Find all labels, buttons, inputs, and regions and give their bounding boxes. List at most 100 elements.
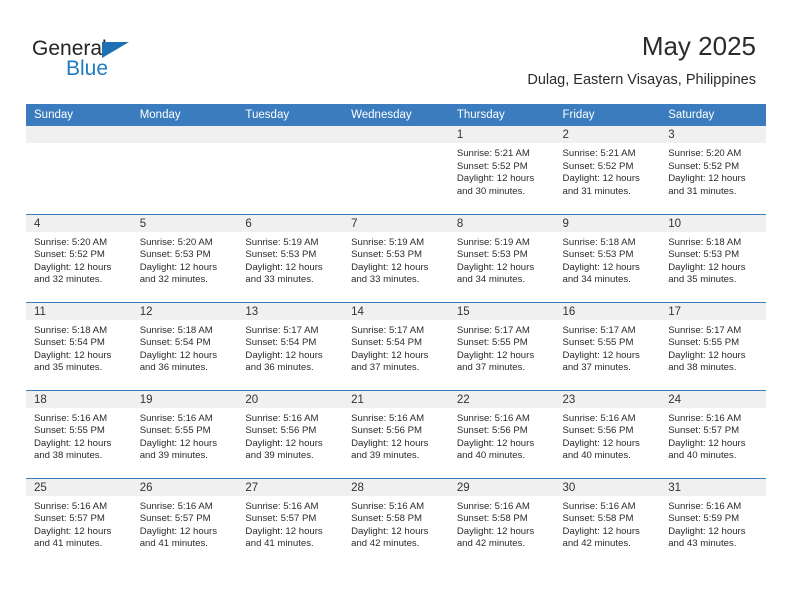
sunset-text: Sunset: 5:53 PM — [456, 249, 528, 261]
day-details: Sunrise: 5:16 AM Sunset: 5:57 PM Daylight:… — [237, 496, 343, 551]
calendar-day-cell[interactable]: 31 Sunrise: 5:16 AM Sunset: 5:59 PM Dayligh… — [660, 477, 766, 566]
calendar-week-row: 1 Sunrise: 5:21 AM Sunset: 5:52 PM Daylight… — [26, 126, 766, 214]
calendar-day-cell[interactable]: 11 Sunrise: 5:18 AM Sunset: 5:54 PM Dayligh… — [26, 301, 132, 390]
sunset-text: Sunset: 5:53 PM — [351, 249, 423, 261]
calendar-day-cell[interactable]: 3 Sunrise: 5:20 AM Sunset: 5:52 PM Daylight… — [660, 126, 766, 214]
day-details: Sunrise: 5:19 AM Sunset: 5:53 PM Daylight:… — [343, 232, 449, 287]
day-number: 12 — [131, 302, 238, 320]
day-number: 21 — [343, 390, 449, 408]
sunset-text: Sunset: 5:52 PM — [668, 160, 740, 172]
calendar-day-cell[interactable]: 9 Sunrise: 5:18 AM Sunset: 5:53 PM Daylight… — [554, 213, 661, 302]
daylight-text-line1: Daylight: 12 hours — [139, 349, 218, 361]
sunrise-text: Sunrise: 5:16 AM — [245, 412, 319, 424]
daylight-text-line2: and 42 minutes. — [351, 538, 420, 550]
sunrise-text: Sunrise: 5:16 AM — [456, 412, 530, 424]
calendar-day-cell[interactable]: 22 Sunrise: 5:16 AM Sunset: 5:56 PM Dayligh… — [448, 389, 555, 478]
calendar-day-cell[interactable]: 8 Sunrise: 5:19 AM Sunset: 5:53 PM Daylight… — [448, 213, 555, 302]
calendar-week-row: 18 Sunrise: 5:16 AM Sunset: 5:55 PM Dayligh… — [26, 389, 766, 478]
calendar-day-cell[interactable]: 5 Sunrise: 5:20 AM Sunset: 5:53 PM Daylight… — [131, 213, 238, 302]
sunrise-text: Sunrise: 5:16 AM — [139, 500, 213, 512]
calendar-day-cell[interactable]: 1 Sunrise: 5:21 AM Sunset: 5:52 PM Daylight… — [448, 126, 555, 214]
daylight-text-line1: Daylight: 12 hours — [668, 525, 746, 537]
daylight-text-line2: and 31 minutes. — [562, 185, 631, 197]
calendar-day-cell[interactable]: 23 Sunrise: 5:16 AM Sunset: 5:56 PM Dayligh… — [554, 389, 661, 478]
day-details: Sunrise: 5:21 AM Sunset: 5:52 PM Daylight:… — [449, 143, 555, 198]
sunset-text: Sunset: 5:53 PM — [562, 249, 634, 261]
day-details: Sunrise: 5:17 AM Sunset: 5:55 PM Daylight:… — [555, 320, 661, 375]
calendar-day-cell[interactable]: 13 Sunrise: 5:17 AM Sunset: 5:54 PM Dayligh… — [237, 301, 344, 390]
calendar-day-cell[interactable]: 6 Sunrise: 5:19 AM Sunset: 5:53 PM Daylight… — [237, 213, 344, 302]
daylight-text-line1: Daylight: 12 hours — [456, 349, 535, 361]
day-details: Sunrise: 5:16 AM Sunset: 5:56 PM Daylight:… — [555, 408, 661, 463]
day-number: 14 — [343, 302, 449, 320]
calendar-day-cell[interactable]: 27 Sunrise: 5:16 AM Sunset: 5:57 PM Dayligh… — [237, 477, 344, 566]
day-number: 10 — [660, 214, 766, 232]
day-number: 5 — [131, 214, 238, 232]
sunset-text: Sunset: 5:52 PM — [456, 160, 528, 172]
daylight-text-line1: Daylight: 12 hours — [351, 261, 429, 273]
daylight-text-line2: and 32 minutes. — [34, 274, 103, 286]
day-number: 18 — [26, 390, 132, 408]
calendar-cell-empty — [26, 126, 132, 214]
day-number: 6 — [237, 214, 344, 232]
daylight-text-line1: Daylight: 12 hours — [351, 349, 429, 361]
calendar-day-cell[interactable]: 21 Sunrise: 5:16 AM Sunset: 5:56 PM Dayligh… — [343, 389, 449, 478]
sunset-text: Sunset: 5:55 PM — [139, 425, 211, 437]
daylight-text-line1: Daylight: 12 hours — [456, 437, 535, 449]
triangle-icon — [102, 42, 129, 58]
daylight-text-line1: Daylight: 12 hours — [562, 261, 640, 273]
sunset-text: Sunset: 5:53 PM — [245, 249, 317, 261]
daylight-text-line2: and 33 minutes. — [351, 274, 420, 286]
calendar-day-cell[interactable]: 20 Sunrise: 5:16 AM Sunset: 5:56 PM Dayligh… — [237, 389, 344, 478]
daylight-text-line2: and 41 minutes. — [139, 538, 208, 550]
sunset-text: Sunset: 5:56 PM — [245, 425, 317, 437]
calendar-day-cell[interactable]: 19 Sunrise: 5:16 AM Sunset: 5:55 PM Dayligh… — [131, 389, 238, 478]
calendar-day-cell[interactable]: 18 Sunrise: 5:16 AM Sunset: 5:55 PM Dayligh… — [26, 389, 132, 478]
sunrise-text: Sunrise: 5:16 AM — [245, 500, 319, 512]
calendar-page: General Blue May 2025 Dulag, Eastern Vis… — [0, 0, 792, 612]
daylight-text-line1: Daylight: 12 hours — [562, 349, 640, 361]
daylight-text-line2: and 30 minutes. — [456, 185, 526, 197]
calendar-day-cell[interactable]: 25 Sunrise: 5:16 AM Sunset: 5:57 PM Dayligh… — [26, 477, 132, 566]
daylight-text-line2: and 32 minutes. — [139, 274, 208, 286]
sunset-text: Sunset: 5:57 PM — [245, 513, 317, 525]
day-details: Sunrise: 5:19 AM Sunset: 5:53 PM Daylight:… — [237, 232, 343, 287]
calendar-day-cell[interactable]: 30 Sunrise: 5:16 AM Sunset: 5:58 PM Dayligh… — [554, 477, 661, 566]
calendar-day-cell[interactable]: 26 Sunrise: 5:16 AM Sunset: 5:57 PM Dayligh… — [131, 477, 238, 566]
sunrise-text: Sunrise: 5:20 AM — [668, 148, 742, 159]
day-number: 28 — [343, 478, 449, 496]
sunset-text: Sunset: 5:57 PM — [34, 513, 105, 525]
daylight-text-line2: and 36 minutes. — [139, 362, 208, 374]
daylight-text-line1: Daylight: 12 hours — [456, 525, 535, 537]
sunset-text: Sunset: 5:59 PM — [668, 513, 740, 525]
calendar-day-cell[interactable]: 17 Sunrise: 5:17 AM Sunset: 5:55 PM Dayligh… — [660, 301, 766, 390]
sunrise-text: Sunrise: 5:18 AM — [562, 236, 636, 248]
day-number: 8 — [448, 214, 555, 232]
weekday-header-thursday: Thursday — [448, 104, 555, 126]
calendar-day-cell[interactable]: 14 Sunrise: 5:17 AM Sunset: 5:54 PM Dayligh… — [343, 301, 449, 390]
day-details: Sunrise: 5:16 AM Sunset: 5:57 PM Daylight:… — [132, 496, 238, 551]
daylight-text-line1: Daylight: 12 hours — [562, 525, 640, 537]
day-number — [237, 126, 344, 143]
calendar-header-row: Sunday Monday Tuesday Wednesday Thursday Frid… — [26, 104, 766, 126]
sunrise-text: Sunrise: 5:17 AM — [245, 324, 319, 336]
calendar-day-cell[interactable]: 2 Sunrise: 5:21 AM Sunset: 5:52 PM Daylight… — [554, 126, 661, 214]
calendar-day-cell[interactable]: 15 Sunrise: 5:17 AM Sunset: 5:55 PM Dayligh… — [448, 301, 555, 390]
calendar-day-cell[interactable]: 4 Sunrise: 5:20 AM Sunset: 5:52 PM Daylight… — [26, 213, 132, 302]
day-number: 17 — [660, 302, 766, 320]
daylight-text-line2: and 33 minutes. — [245, 274, 314, 286]
day-details: Sunrise: 5:16 AM Sunset: 5:56 PM Daylight:… — [343, 408, 449, 463]
calendar-day-cell[interactable]: 29 Sunrise: 5:16 AM Sunset: 5:58 PM Dayligh… — [448, 477, 555, 566]
calendar-day-cell[interactable]: 7 Sunrise: 5:19 AM Sunset: 5:53 PM Daylight… — [343, 213, 449, 302]
day-number: 23 — [554, 390, 661, 408]
day-details: Sunrise: 5:16 AM Sunset: 5:57 PM Daylight:… — [26, 496, 132, 551]
calendar-day-cell[interactable]: 28 Sunrise: 5:16 AM Sunset: 5:58 PM Dayligh… — [343, 477, 449, 566]
calendar-day-cell[interactable]: 16 Sunrise: 5:17 AM Sunset: 5:55 PM Dayligh… — [554, 301, 661, 390]
calendar-day-cell[interactable]: 10 Sunrise: 5:18 AM Sunset: 5:53 PM Dayligh… — [660, 213, 766, 302]
sunset-text: Sunset: 5:55 PM — [668, 337, 740, 349]
daylight-text-line1: Daylight: 12 hours — [245, 525, 323, 537]
logo-wordmark-top: General — [32, 38, 212, 62]
calendar-day-cell[interactable]: 12 Sunrise: 5:18 AM Sunset: 5:54 PM Dayligh… — [131, 301, 238, 390]
page-title: May 2025 — [641, 31, 756, 61]
calendar-day-cell[interactable]: 24 Sunrise: 5:16 AM Sunset: 5:57 PM Dayligh… — [660, 389, 766, 478]
